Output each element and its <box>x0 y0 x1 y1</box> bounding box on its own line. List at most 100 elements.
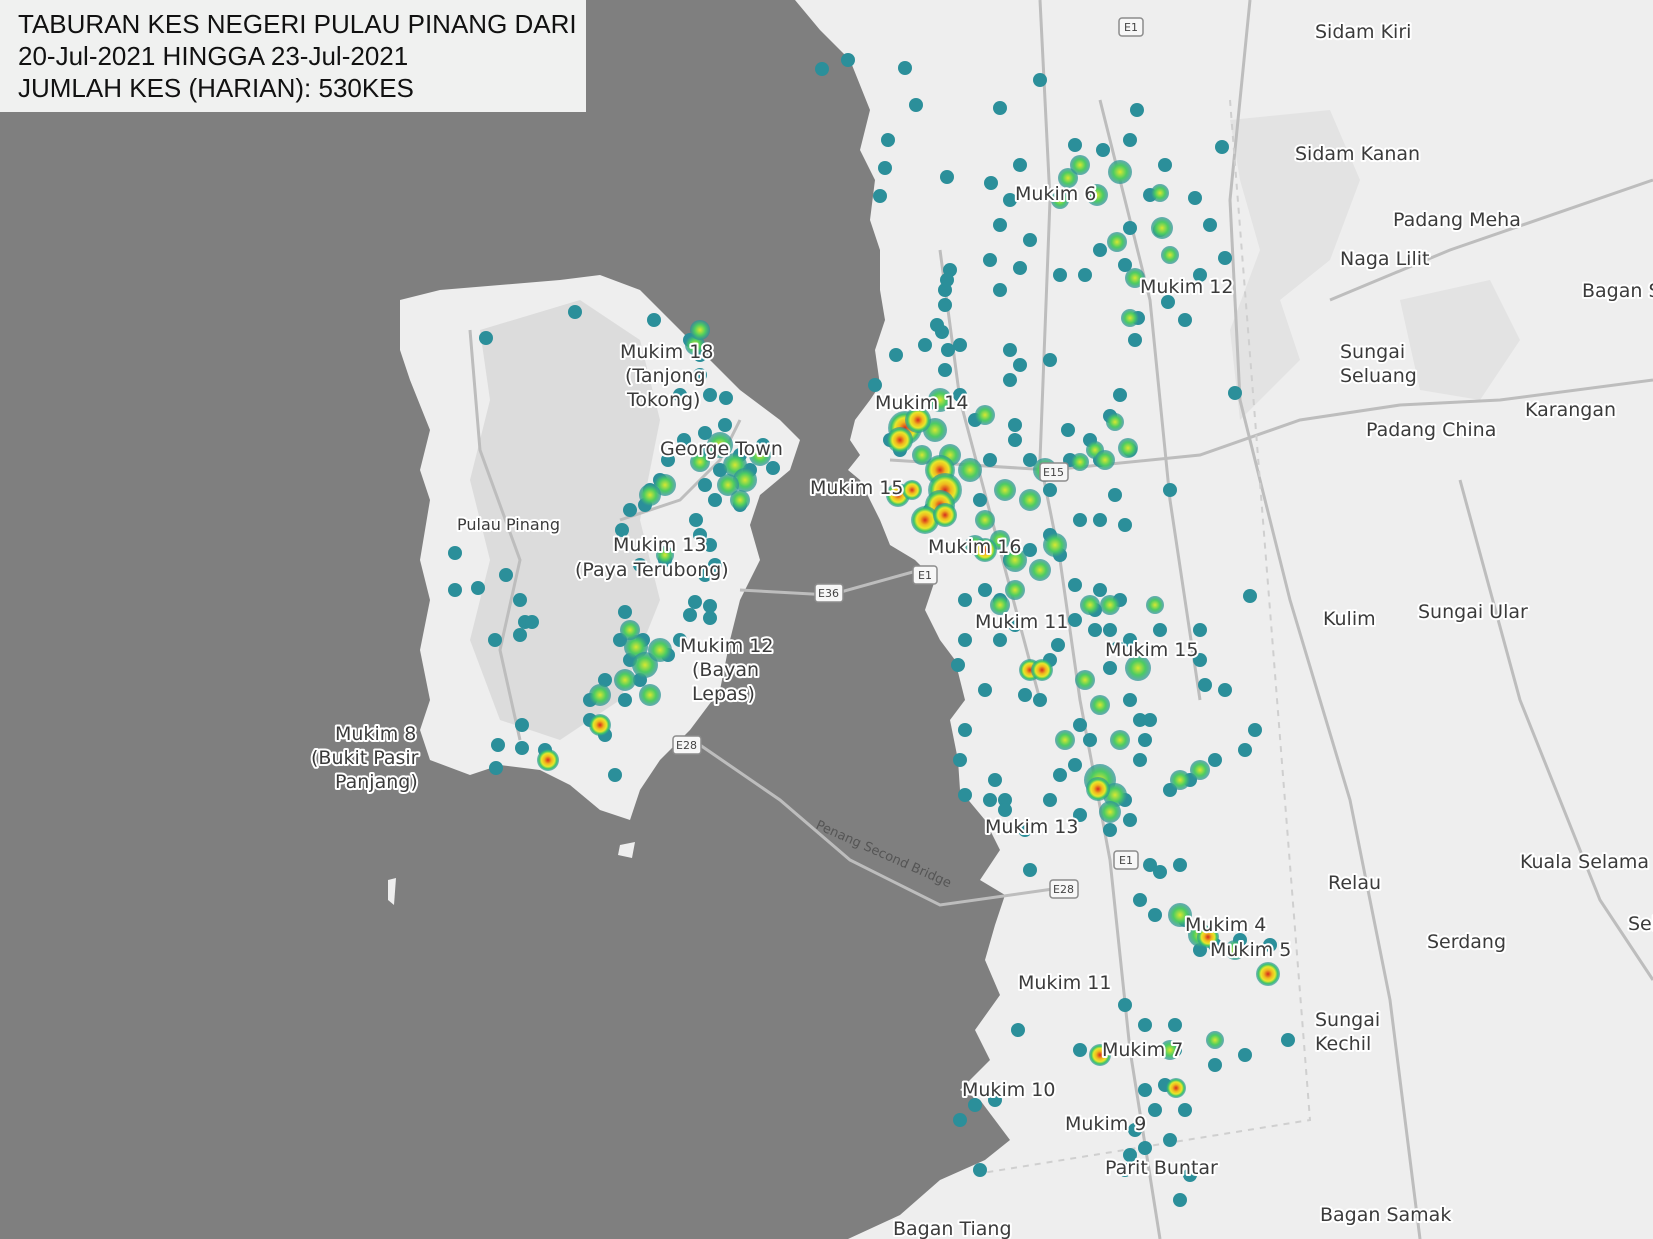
case-cluster <box>975 510 995 530</box>
case-spot <box>881 133 895 147</box>
case-spot <box>1138 1141 1152 1155</box>
case-spot <box>698 478 712 492</box>
case-spot <box>1193 623 1207 637</box>
case-cluster <box>1107 232 1127 252</box>
case-spot <box>1013 261 1027 275</box>
case-spot <box>1138 1018 1152 1032</box>
case-spot <box>973 493 987 507</box>
case-spot <box>998 803 1012 817</box>
case-spot <box>1103 623 1117 637</box>
case-spot <box>958 633 972 647</box>
case-spot <box>688 595 702 609</box>
case-spot <box>978 683 992 697</box>
case-spot <box>1073 1043 1087 1057</box>
case-spot <box>489 761 503 775</box>
case-spot <box>1238 1048 1252 1062</box>
case-spot <box>958 593 972 607</box>
place-label: Kechil <box>1315 1033 1371 1055</box>
place-label: Mukim 7 <box>1102 1039 1183 1061</box>
case-spot <box>993 218 1007 232</box>
case-spot <box>1218 683 1232 697</box>
place-label: Mukim 13 <box>985 816 1078 838</box>
place-label: Mukim 13 <box>613 534 706 556</box>
case-spot <box>1013 158 1027 172</box>
case-spot <box>1281 1033 1295 1047</box>
road-shield: E28 <box>1049 879 1079 899</box>
place-label: Mukim 16 <box>928 536 1021 558</box>
place-label: Bagan S <box>1582 280 1653 302</box>
svg-text:E1: E1 <box>1124 21 1138 34</box>
case-spot <box>1243 589 1257 603</box>
case-spot <box>491 738 505 752</box>
svg-text:E15: E15 <box>1043 466 1064 479</box>
place-label: Sungai Ular <box>1418 601 1528 623</box>
case-spot <box>689 513 703 527</box>
case-spot <box>1018 688 1032 702</box>
case-spot <box>1023 863 1037 877</box>
case-spot <box>1053 768 1067 782</box>
case-spot <box>1033 73 1047 87</box>
title-line-3: JUMLAH KES (HARIAN): 530KES <box>18 73 414 103</box>
place-label: Bagan Tiang <box>893 1218 1012 1239</box>
case-cluster <box>1206 1031 1224 1049</box>
case-spot <box>708 493 722 507</box>
case-spot <box>973 1163 987 1177</box>
case-cluster <box>1099 801 1121 823</box>
case-cluster <box>1170 770 1190 790</box>
case-spot <box>1173 858 1187 872</box>
case-spot <box>1153 623 1167 637</box>
case-cluster <box>1090 695 1110 715</box>
case-spot <box>940 273 954 287</box>
case-spot <box>1068 758 1082 772</box>
case-spot <box>983 253 997 267</box>
case-spot <box>1123 221 1137 235</box>
case-spot <box>1123 693 1137 707</box>
case-spot <box>1093 243 1107 257</box>
place-label: Tokong) <box>626 389 700 411</box>
case-spot <box>909 98 923 112</box>
case-spot <box>1130 103 1144 117</box>
place-label: Sungai <box>1315 1009 1380 1031</box>
place-label: Mukim 15 <box>1105 639 1198 661</box>
case-cluster <box>1080 595 1100 615</box>
case-spot <box>1103 661 1117 675</box>
place-label: Naga Lilit <box>1340 248 1429 270</box>
case-spot <box>1238 743 1252 757</box>
road-shield: E1 <box>1118 17 1144 37</box>
case-spot <box>983 793 997 807</box>
case-spot <box>1163 1133 1177 1147</box>
case-spot <box>1003 343 1017 357</box>
case-cluster <box>1095 450 1115 470</box>
case-spot <box>1148 908 1162 922</box>
case-spot <box>515 741 529 755</box>
case-spot <box>623 503 637 517</box>
case-spot <box>1013 358 1027 372</box>
case-spot <box>930 318 944 332</box>
case-spot <box>1061 423 1075 437</box>
case-spot <box>1068 613 1082 627</box>
case-cluster <box>1146 596 1164 614</box>
place-label: Serdang <box>1427 931 1506 953</box>
map-canvas[interactable]: Sidam Kiri Sidam Kanan Padang Meha Naga … <box>0 0 1653 1239</box>
case-spot <box>766 461 780 475</box>
place-label: Mukim 11 <box>975 611 1068 633</box>
svg-text:E28: E28 <box>1053 883 1074 896</box>
case-cluster <box>1071 453 1089 471</box>
case-cluster <box>1151 184 1169 202</box>
case-cluster <box>1108 160 1132 184</box>
case-spot <box>703 599 717 613</box>
case-spot <box>1108 488 1122 502</box>
case-spot <box>953 338 967 352</box>
place-label: Padang China <box>1366 419 1496 441</box>
case-spot <box>878 161 892 175</box>
case-spot <box>1096 143 1110 157</box>
place-label: Mukim 9 <box>1065 1113 1146 1135</box>
case-spot <box>1088 623 1102 637</box>
place-label: Sidam Kanan <box>1295 143 1420 165</box>
case-cluster <box>589 684 611 706</box>
place-label: Sungai <box>1340 341 1405 363</box>
case-spot <box>1093 513 1107 527</box>
case-cluster <box>1118 438 1138 458</box>
place-label: (Bayan <box>692 659 759 681</box>
svg-text:E28: E28 <box>676 739 697 752</box>
